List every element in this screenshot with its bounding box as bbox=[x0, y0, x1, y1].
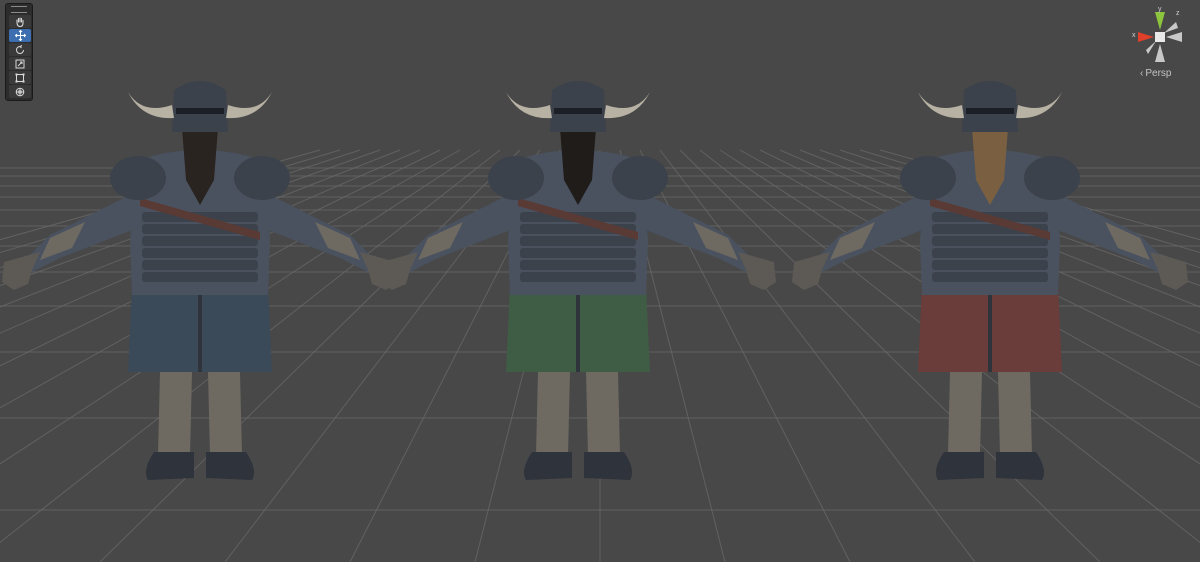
scale-tool-button[interactable] bbox=[9, 57, 31, 70]
x-axis-cone[interactable] bbox=[1138, 32, 1154, 42]
move-tool-button[interactable] bbox=[9, 29, 31, 42]
x-axis-label: x bbox=[1132, 32, 1136, 39]
toolbar-drag-handle[interactable] bbox=[11, 6, 27, 13]
move-arrows-icon bbox=[14, 30, 26, 41]
character-dwarf-blue[interactable] bbox=[2, 81, 398, 480]
hand-icon bbox=[16, 16, 24, 27]
neg-z-axis-cone[interactable] bbox=[1164, 22, 1178, 33]
hand-tool-button[interactable] bbox=[9, 15, 31, 28]
character-dwarf-red[interactable] bbox=[792, 81, 1188, 480]
neg-y-axis-cone[interactable] bbox=[1155, 44, 1165, 62]
characters-group bbox=[2, 81, 1188, 480]
gizmo-center-cube[interactable] bbox=[1155, 32, 1165, 42]
y-axis-label: y bbox=[1158, 6, 1162, 13]
chevron-left-icon: ‹ bbox=[1140, 68, 1144, 79]
rect-tool-button[interactable] bbox=[9, 71, 31, 84]
rotate-tool-button[interactable] bbox=[9, 43, 31, 56]
scale-icon bbox=[15, 59, 25, 68]
character-dwarf-green[interactable] bbox=[380, 81, 776, 480]
axis-gizmo-icon[interactable] bbox=[1118, 6, 1198, 68]
y-axis-cone[interactable] bbox=[1155, 12, 1165, 30]
tools-toolbar bbox=[5, 3, 33, 101]
rotate-icon bbox=[16, 44, 24, 54]
z-axis-cone[interactable] bbox=[1146, 41, 1156, 54]
projection-label: Persp bbox=[1145, 68, 1172, 79]
transform-icon bbox=[15, 87, 25, 96]
z-axis-label: z bbox=[1176, 10, 1180, 17]
transform-tool-button[interactable] bbox=[9, 85, 31, 98]
scene-canvas[interactable] bbox=[0, 0, 1200, 562]
neg-x-axis-cone[interactable] bbox=[1166, 32, 1182, 42]
projection-toggle[interactable]: ‹ Persp bbox=[1140, 68, 1171, 79]
scene-viewport[interactable]: y x z ‹ Persp bbox=[0, 0, 1200, 562]
rect-transform-icon bbox=[15, 73, 25, 82]
